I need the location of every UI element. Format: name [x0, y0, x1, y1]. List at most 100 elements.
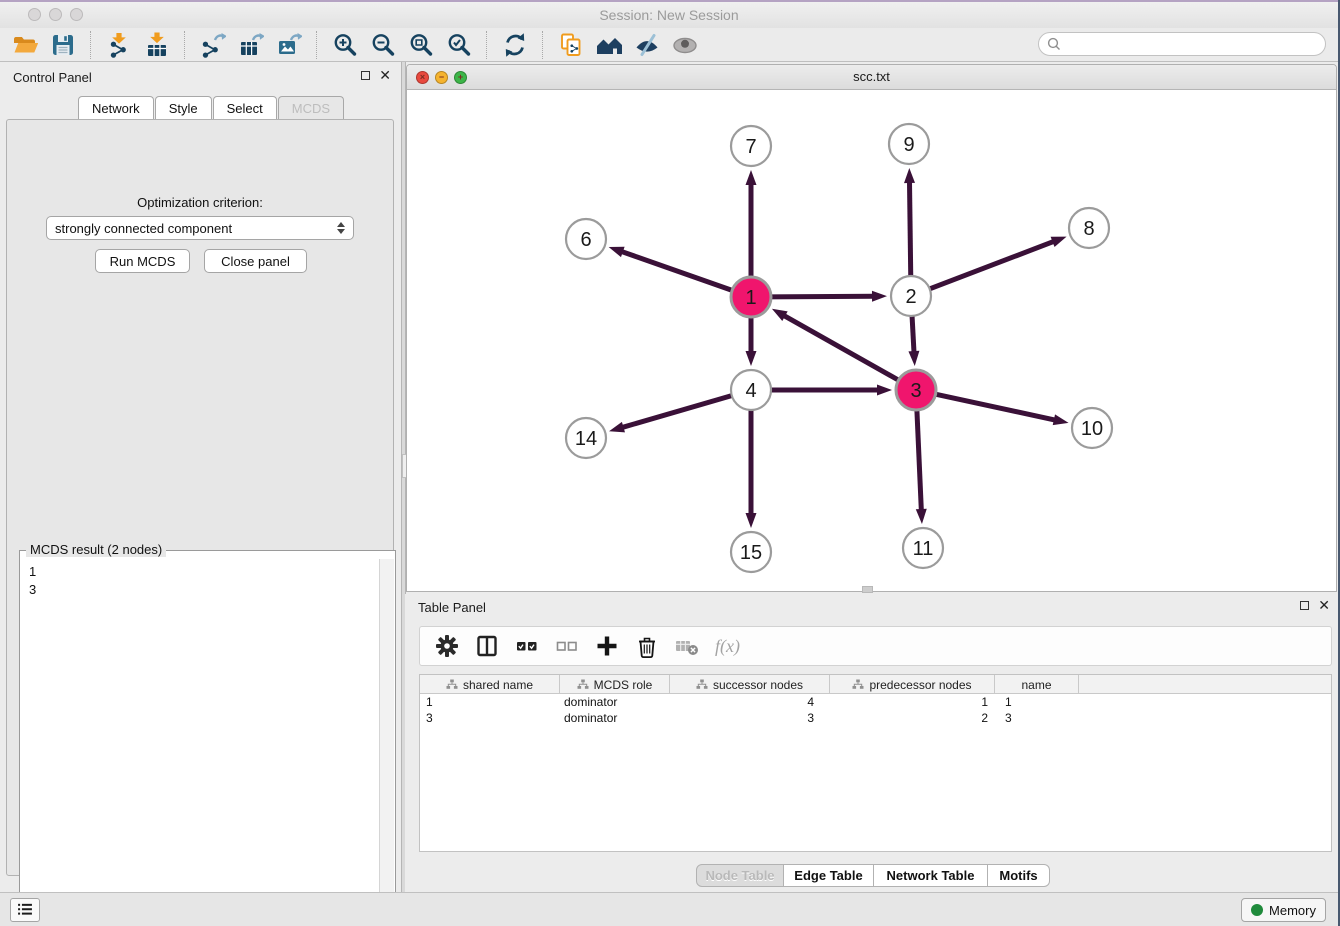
gear-icon	[434, 633, 460, 659]
table-cell[interactable]: 4	[670, 695, 830, 709]
export-network-button[interactable]	[194, 30, 232, 60]
search-input[interactable]	[1065, 36, 1325, 53]
hide-graphics-details-button[interactable]	[628, 30, 666, 60]
mcds-result-item: 3	[29, 581, 380, 599]
close-panel-button[interactable]: Close panel	[204, 249, 307, 273]
network-view-titlebar[interactable]: × − + scc.txt	[407, 65, 1336, 90]
table-cell[interactable]: 1	[420, 695, 560, 709]
svg-text:f(x): f(x)	[715, 636, 740, 657]
table-cell[interactable]: 1	[995, 695, 1079, 709]
node-label-8: 8	[1083, 218, 1094, 240]
node-label-1: 1	[745, 287, 756, 309]
column-label: shared name	[463, 678, 533, 692]
task-history-button[interactable]	[10, 898, 40, 922]
column-header-name[interactable]: name	[995, 675, 1079, 694]
refresh-icon	[502, 32, 528, 58]
node-label-6: 6	[580, 229, 591, 251]
column-label: MCDS role	[594, 678, 653, 692]
open-session-button[interactable]	[6, 30, 44, 60]
edge-3-1[interactable]	[782, 315, 901, 382]
home-button[interactable]	[590, 30, 628, 60]
optimization-select[interactable]: strongly connected component	[46, 216, 354, 240]
node-label-7: 7	[745, 136, 756, 158]
zoom-fit-icon	[408, 32, 434, 58]
result-scrollbar[interactable]	[379, 559, 394, 926]
edge-3-11[interactable]	[917, 407, 922, 512]
edge-2-8[interactable]	[927, 241, 1055, 290]
duplicate-network-button[interactable]	[552, 30, 590, 60]
table-cell[interactable]: dominator	[560, 711, 670, 725]
memory-label: Memory	[1269, 903, 1316, 918]
tab-network[interactable]: Network	[78, 96, 154, 119]
tab-node-table[interactable]: Node Table	[696, 864, 784, 887]
tab-mcds[interactable]: MCDS	[278, 96, 344, 119]
table-cell[interactable]: 3	[420, 711, 560, 725]
houses-icon	[596, 32, 622, 58]
horizontal-splitter-handle[interactable]	[862, 586, 873, 593]
save-session-button[interactable]	[44, 30, 82, 60]
zoom-fit-button[interactable]	[402, 30, 440, 60]
import-network-button[interactable]	[100, 30, 138, 60]
show-graphics-details-button[interactable]	[666, 30, 704, 60]
select-all-checks-button[interactable]	[510, 630, 544, 662]
export-image-button[interactable]	[270, 30, 308, 60]
node-label-14: 14	[575, 428, 597, 450]
memory-button[interactable]: Memory	[1241, 898, 1326, 922]
run-mcds-button[interactable]: Run MCDS	[95, 249, 190, 273]
tab-network-table[interactable]: Network Table	[874, 864, 988, 887]
tab-motifs[interactable]: Motifs	[988, 864, 1050, 887]
network-canvas[interactable]: 7968124314101511	[407, 90, 1336, 591]
table-cell[interactable]: 1	[830, 695, 995, 709]
import-table-button[interactable]	[138, 30, 176, 60]
table-row[interactable]: 1dominator411	[420, 694, 1331, 710]
table-settings-button[interactable]	[430, 630, 464, 662]
edge-1-6[interactable]	[620, 251, 735, 291]
column-header-predecessor-nodes[interactable]: predecessor nodes	[830, 675, 995, 694]
tree-icon	[577, 679, 589, 690]
create-column-button[interactable]	[590, 630, 624, 662]
table-cell[interactable]: 2	[830, 711, 995, 725]
table-close-panel-icon[interactable]: ✕	[1318, 600, 1330, 611]
mcds-result-item: 1	[29, 563, 380, 581]
column-layout-button[interactable]	[470, 630, 504, 662]
column-header-successor-nodes[interactable]: successor nodes	[670, 675, 830, 694]
tree-icon	[696, 679, 708, 690]
export-image-icon	[276, 32, 302, 58]
main-toolbar	[0, 28, 1338, 62]
zoom-in-button[interactable]	[326, 30, 364, 60]
edge-4-14[interactable]	[621, 395, 735, 428]
edge-arrow-4-3	[877, 385, 892, 396]
search-box[interactable]	[1038, 32, 1326, 56]
columns-icon	[474, 633, 500, 659]
application-window: Session: New Session Control Panel ✕ Net…	[0, 0, 1340, 926]
float-panel-icon[interactable]	[361, 71, 370, 80]
delete-column-button[interactable]	[630, 630, 664, 662]
edge-2-9[interactable]	[909, 180, 910, 279]
memory-status-icon	[1251, 904, 1263, 916]
edge-3-10[interactable]	[933, 394, 1057, 421]
table-cell[interactable]: 3	[995, 711, 1079, 725]
edge-2-3[interactable]	[912, 313, 914, 354]
plus-icon	[594, 633, 620, 659]
node-label-2: 2	[905, 286, 916, 308]
table-cell[interactable]: 3	[670, 711, 830, 725]
tab-edge-table[interactable]: Edge Table	[784, 864, 874, 887]
clear-all-checks-button[interactable]	[550, 630, 584, 662]
table-row[interactable]: 3dominator323	[420, 710, 1331, 726]
column-header-MCDS-role[interactable]: MCDS role	[560, 675, 670, 694]
tab-select[interactable]: Select	[213, 96, 277, 119]
table-float-panel-icon[interactable]	[1300, 601, 1309, 610]
control-panel-title: Control Panel	[13, 70, 92, 85]
zoom-selected-button[interactable]	[440, 30, 478, 60]
refresh-view-button[interactable]	[496, 30, 534, 60]
toolbar-separator	[486, 31, 488, 59]
export-table-button[interactable]	[232, 30, 270, 60]
close-panel-icon[interactable]: ✕	[379, 70, 391, 81]
edge-arrow-2-9	[904, 168, 915, 183]
table-cell[interactable]: dominator	[560, 695, 670, 709]
status-bar: Memory	[0, 892, 1338, 926]
column-header-shared-name[interactable]: shared name	[420, 675, 560, 694]
tab-style[interactable]: Style	[155, 96, 212, 119]
zoom-out-button[interactable]	[364, 30, 402, 60]
edge-1-2[interactable]	[768, 296, 875, 297]
